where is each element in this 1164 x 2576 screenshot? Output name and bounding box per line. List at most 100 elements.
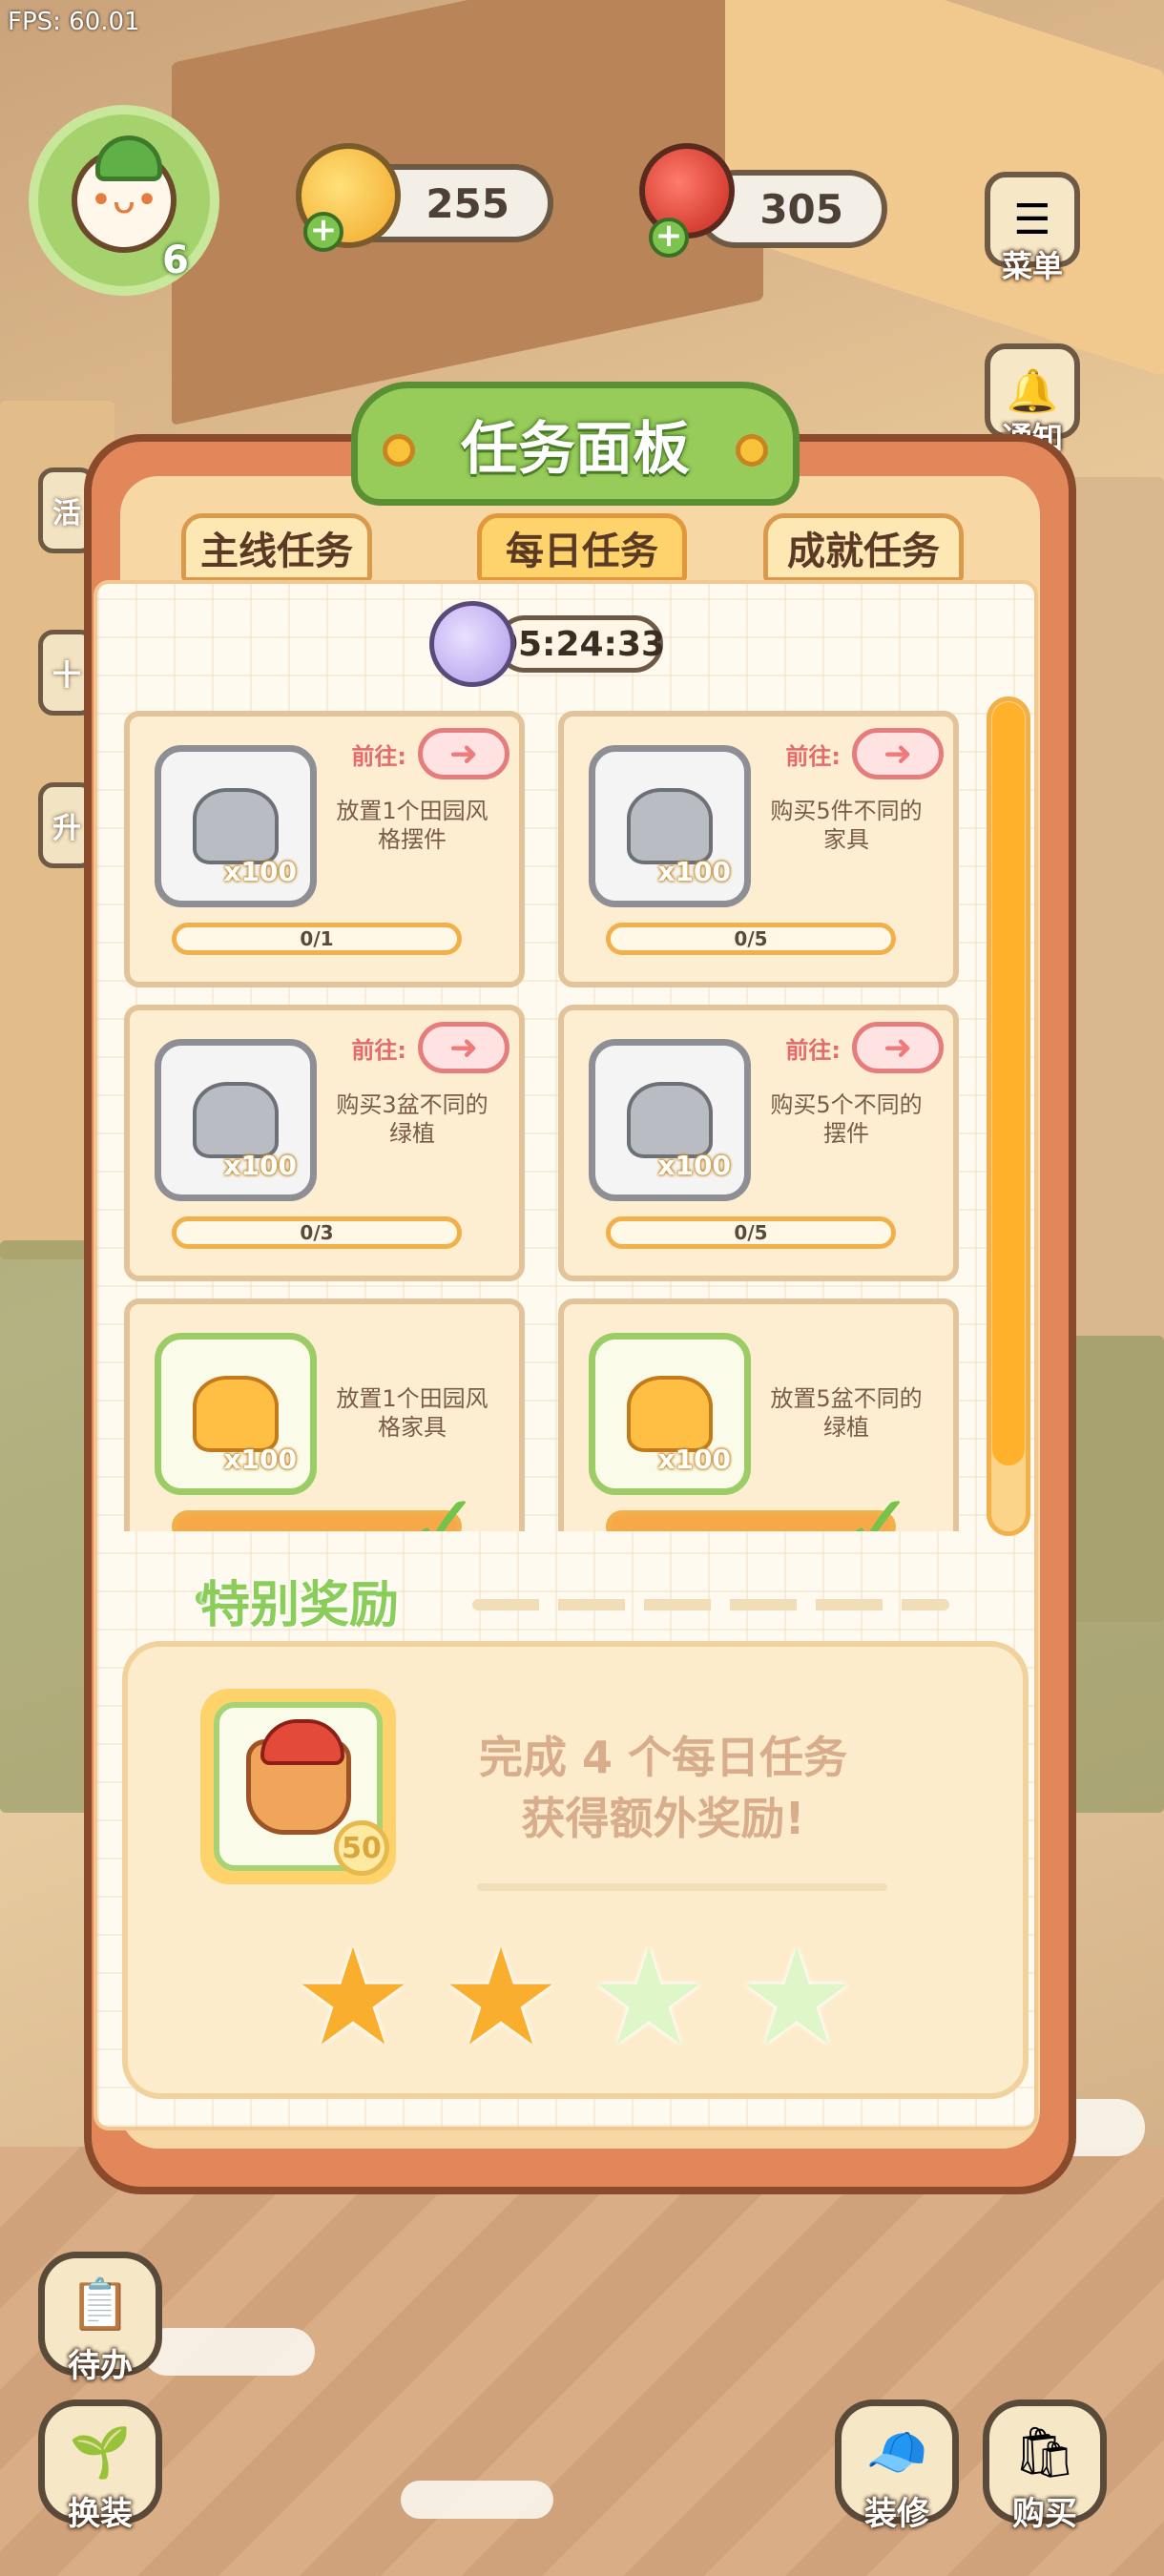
task-description: 购买5件不同的家具 (770, 798, 923, 853)
goto-button[interactable]: ➜ (418, 728, 509, 779)
goto-button[interactable]: ➜ (418, 1022, 509, 1073)
shop-label: 购买 (1012, 2495, 1077, 2533)
reward-qty: x100 (223, 856, 297, 887)
sprout-character-icon: 🌱 (69, 2424, 132, 2482)
arrow-right-icon: ➜ (448, 1028, 479, 1068)
player-avatar[interactable]: •ᴗ• (29, 105, 219, 296)
upgrade-label: 升 (52, 812, 81, 845)
banner-dot (736, 434, 768, 467)
gold-pile-icon (627, 1376, 713, 1452)
task-card: x100 前往: ➜ 放置1个田园风格摆件 0/1 (124, 711, 525, 987)
reward-item: x100 (589, 1039, 751, 1201)
outfit-label: 换装 (68, 2495, 133, 2533)
gold-pile-icon (193, 1376, 279, 1452)
special-line-1: 完成 4 个每日任务 (478, 1732, 848, 1783)
reward-item: x100 (155, 1039, 317, 1201)
add-coins-button[interactable]: + (303, 212, 343, 252)
reward-qty: x100 (223, 1444, 297, 1475)
reward-item: x100 (589, 1333, 751, 1495)
reward-qty: x100 (223, 1150, 297, 1181)
panel-title-banner: 任务面板 (351, 382, 800, 506)
snow-pile (143, 2328, 315, 2376)
text-underline (477, 1883, 887, 1891)
cherry-value: 305 (759, 185, 843, 233)
event-label: 十 (52, 659, 81, 693)
stone-pile-icon (193, 788, 279, 864)
panel-title: 任务面板 (461, 415, 690, 483)
coin-value: 255 (426, 179, 509, 227)
shopping-bag-icon: 🛍 (1012, 2424, 1077, 2482)
reward-item: x100 (589, 745, 751, 907)
task-description: 放置5盆不同的绿植 (770, 1385, 923, 1441)
fruit-basket-icon (245, 1718, 351, 1835)
task-card-completed: x100 放置1个田园风格家具 ✓ (124, 1298, 525, 1531)
menu-button[interactable]: ☰ 菜单 (985, 172, 1080, 286)
reward-item: x100 (155, 1333, 317, 1495)
scrollbar-thumb[interactable] (992, 702, 1025, 1465)
menu-label: 菜单 (1001, 248, 1063, 284)
star-icon-filled: ★ (293, 1921, 413, 2076)
clipboard-icon: 📋 (69, 2276, 132, 2334)
arrow-right-icon: ➜ (883, 1028, 913, 1068)
task-description: 放置1个田园风格摆件 (336, 798, 488, 853)
special-line-2: 获得额外奖励! (521, 1793, 805, 1844)
decorate-label: 装修 (864, 2495, 929, 2533)
refresh-timer: 05:24:33 (494, 615, 665, 673)
goto-button[interactable]: ➜ (852, 1022, 944, 1073)
fps-counter: FPS: 60.01 (8, 8, 140, 36)
stone-pile-icon (627, 1082, 713, 1158)
reward-item: x100 (155, 745, 317, 907)
todo-label: 待办 (68, 2347, 133, 2385)
task-card: x100 前往: ➜ 购买5件不同的家具 0/5 (558, 711, 959, 987)
arrow-right-icon: ➜ (883, 734, 913, 774)
goto-label: 前往: (785, 1037, 841, 1064)
task-description: 放置1个田园风格家具 (336, 1385, 488, 1441)
task-progress: 0/3 (172, 1216, 462, 1249)
add-cherries-button[interactable]: + (649, 218, 689, 258)
tab-achievement-tasks[interactable]: 成就任务 (763, 513, 964, 582)
task-card: x100 前往: ➜ 购买5个不同的摆件 0/5 (558, 1005, 959, 1281)
reward-qty: x100 (657, 856, 731, 887)
decorate-button[interactable]: 🧢 装修 (835, 2399, 959, 2533)
task-card: x100 前往: ➜ 购买3盆不同的绿植 0/3 (124, 1005, 525, 1281)
reward-qty-badge: 50 (334, 1820, 389, 1876)
goto-button[interactable]: ➜ (852, 728, 944, 779)
banner-dot (383, 434, 415, 467)
tab-label: 每日任务 (506, 530, 658, 573)
snow-pile (401, 2481, 553, 2519)
task-progress: 0/5 (606, 923, 896, 955)
tab-main-tasks[interactable]: 主线任务 (181, 513, 372, 582)
shop-button[interactable]: 🛍 购买 (983, 2399, 1107, 2533)
checkmark-icon: ✓ (408, 1476, 481, 1532)
worker-icon: 🧢 (865, 2424, 928, 2482)
dashed-divider (472, 1599, 949, 1610)
tab-label: 主线任务 (200, 530, 353, 573)
outfit-button[interactable]: 🌱 换装 (38, 2399, 162, 2533)
stone-pile-icon (627, 788, 713, 864)
task-list[interactable]: x100 前往: ➜ 放置1个田园风格摆件 0/1 x100 前往: ➜ 购买5… (124, 711, 983, 1531)
task-progress: 0/5 (606, 1216, 896, 1249)
sprout-icon (95, 135, 162, 181)
reward-qty: x100 (657, 1150, 731, 1181)
task-description: 购买3盆不同的绿植 (336, 1091, 488, 1147)
stone-pile-icon (193, 1082, 279, 1158)
star-icon-empty: ★ (737, 1921, 857, 2076)
goto-label: 前往: (351, 743, 406, 770)
checkmark-icon: ✓ (842, 1476, 915, 1532)
player-level: 6 (162, 239, 189, 282)
tab-label: 成就任务 (787, 530, 940, 573)
task-progress: 0/1 (172, 923, 462, 955)
reward-qty: x100 (657, 1444, 731, 1475)
clock-icon (429, 601, 515, 687)
goto-label: 前往: (351, 1037, 406, 1064)
star-icon-empty: ★ (589, 1921, 709, 2076)
goto-label: 前往: (785, 743, 841, 770)
special-reward-text: 完成 4 个每日任务 获得额外奖励! (448, 1727, 878, 1849)
activity-label: 活 (52, 497, 81, 530)
special-reward-title: 特别奖励 (200, 1577, 400, 1634)
arrow-right-icon: ➜ (448, 734, 479, 774)
star-icon-filled: ★ (441, 1921, 561, 2076)
tab-daily-tasks[interactable]: 每日任务 (477, 513, 687, 582)
task-description: 购买5个不同的摆件 (770, 1091, 923, 1147)
todo-button[interactable]: 📋 待办 (38, 2252, 162, 2385)
